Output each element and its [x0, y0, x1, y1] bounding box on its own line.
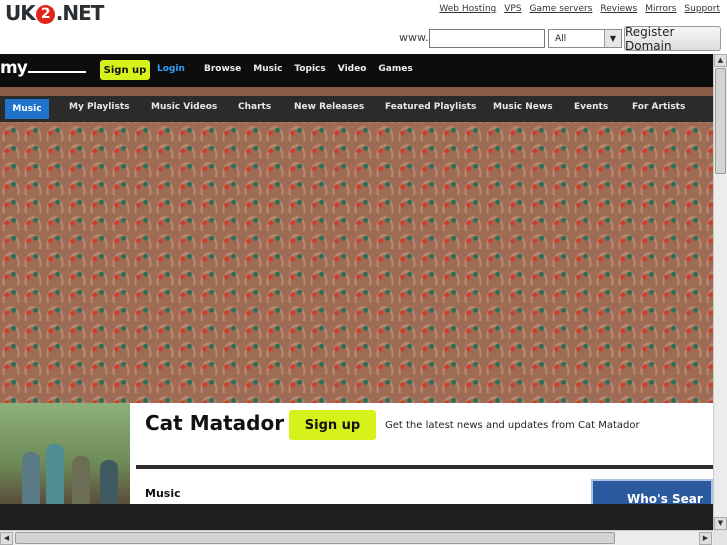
- nav-topics[interactable]: Topics: [294, 64, 325, 74]
- artist-signup-button[interactable]: Sign up: [289, 410, 376, 440]
- horizontal-scrollbar[interactable]: ◀ ▶: [0, 530, 713, 545]
- nav-games[interactable]: Games: [378, 64, 412, 74]
- profile-background-pattern: [0, 87, 713, 403]
- logo-text-uk: UK: [5, 1, 36, 25]
- vertical-scrollbar[interactable]: ▲ ▼: [713, 54, 727, 530]
- tab-music-news[interactable]: Music News: [493, 102, 553, 112]
- tab-my-playlists[interactable]: My Playlists: [69, 102, 130, 112]
- tab-music[interactable]: Music: [5, 99, 49, 119]
- www-label: www.: [399, 31, 429, 44]
- scroll-down-icon[interactable]: ▼: [714, 517, 727, 530]
- band-member-figure: [22, 452, 40, 504]
- scroll-right-icon[interactable]: ▶: [699, 532, 712, 545]
- tab-new-releases[interactable]: New Releases: [294, 102, 364, 112]
- browser-viewport: UK 2 .NET Web Hosting VPS Game servers Rev…: [0, 0, 727, 545]
- bottom-player-bar: [0, 504, 713, 530]
- nav-video[interactable]: Video: [338, 64, 367, 74]
- link-reviews[interactable]: Reviews: [600, 4, 637, 14]
- logo-circle-two: 2: [35, 5, 55, 24]
- band-member-figure: [100, 460, 118, 504]
- background-strip: [0, 87, 713, 96]
- main-nav: Browse Music Topics Video Games: [204, 64, 413, 74]
- logo-text-net: .NET: [55, 1, 105, 25]
- register-domain-button[interactable]: Register Domain: [624, 25, 721, 53]
- header-signup-button[interactable]: Sign up: [100, 60, 150, 80]
- nav-browse[interactable]: Browse: [204, 64, 241, 74]
- tab-charts[interactable]: Charts: [238, 102, 271, 112]
- tab-music-videos[interactable]: Music Videos: [151, 102, 217, 112]
- band-member-figure: [72, 456, 90, 504]
- music-subnav: Music My Playlists Music Videos Charts N…: [0, 96, 713, 122]
- band-member-figure: [46, 444, 64, 504]
- horizontal-scroll-thumb[interactable]: [15, 532, 615, 544]
- domain-search-input[interactable]: [429, 29, 545, 48]
- section-divider: [136, 465, 713, 469]
- artist-photo[interactable]: [0, 403, 130, 504]
- scroll-left-icon[interactable]: ◀: [0, 532, 13, 545]
- tld-selected-value: All: [555, 34, 567, 44]
- link-game-servers[interactable]: Game servers: [530, 4, 593, 14]
- whos-searching-promo[interactable]: Who's Sear: [591, 479, 713, 506]
- top-links: Web Hosting VPS Game servers Reviews Mir…: [439, 4, 720, 14]
- tab-featured-playlists[interactable]: Featured Playlists: [385, 102, 476, 112]
- artist-profile-panel: Cat Matador Sign up Get the latest news …: [136, 403, 713, 506]
- link-web-hosting[interactable]: Web Hosting: [439, 4, 496, 14]
- artist-name: Cat Matador: [145, 411, 285, 435]
- login-link[interactable]: Login: [157, 64, 185, 74]
- hosting-bar: UK 2 .NET Web Hosting VPS Game servers Rev…: [0, 0, 727, 54]
- link-vps[interactable]: VPS: [504, 4, 521, 14]
- myspace-logo[interactable]: my: [0, 58, 86, 78]
- scrollbar-corner: [713, 530, 727, 545]
- myspace-logo-text: my: [0, 58, 28, 78]
- vertical-scroll-thumb[interactable]: [715, 68, 726, 174]
- tab-for-artists[interactable]: For Artists: [632, 102, 685, 112]
- nav-music[interactable]: Music: [253, 64, 282, 74]
- scroll-up-icon[interactable]: ▲: [714, 54, 727, 67]
- myspace-header: my Sign up Login Browse Music Topics Vid…: [0, 54, 713, 87]
- signup-description: Get the latest news and updates from Cat…: [385, 420, 640, 431]
- uk2-logo[interactable]: UK 2 .NET: [5, 1, 105, 25]
- tab-events[interactable]: Events: [574, 102, 608, 112]
- chevron-down-icon: ▼: [604, 30, 621, 47]
- tld-select[interactable]: All ▼: [548, 29, 622, 48]
- link-mirrors[interactable]: Mirrors: [645, 4, 676, 14]
- myspace-logo-underline: [27, 71, 86, 73]
- link-support[interactable]: Support: [684, 4, 720, 14]
- music-section-heading: Music: [145, 487, 181, 500]
